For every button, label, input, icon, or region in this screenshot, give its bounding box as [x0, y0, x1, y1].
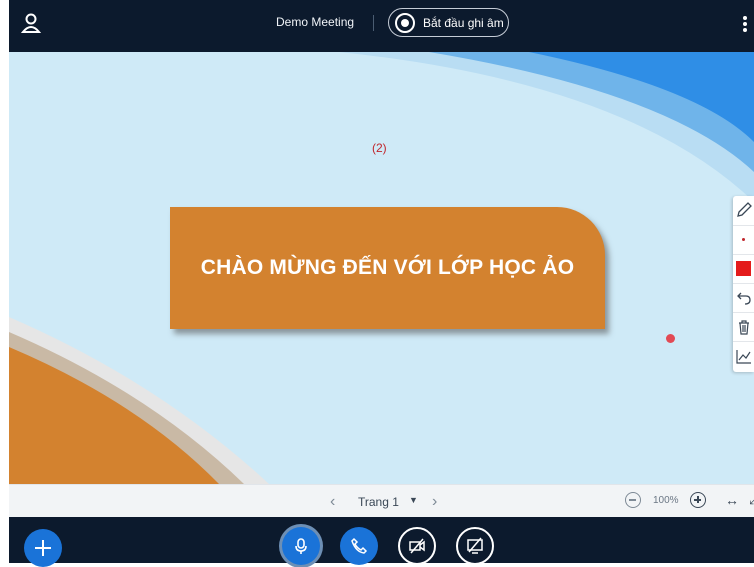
actions-plus-button[interactable] — [24, 529, 62, 567]
chart-tool[interactable] — [733, 341, 754, 369]
chevron-down-icon[interactable]: ▼ — [409, 495, 418, 505]
record-icon — [395, 12, 415, 33]
thickness-tool[interactable] — [733, 225, 754, 253]
more-options-icon[interactable] — [742, 14, 748, 34]
user-icon[interactable] — [21, 12, 41, 34]
color-swatch-icon — [736, 261, 751, 276]
microphone-button[interactable] — [282, 527, 320, 565]
start-recording-label: Bắt đầu ghi âm — [423, 15, 504, 30]
undo-tool[interactable] — [733, 283, 754, 311]
page-selector[interactable]: Trang 1 — [358, 495, 399, 509]
undo-icon — [736, 292, 751, 305]
color-tool[interactable] — [733, 254, 754, 282]
leave-audio-button[interactable] — [340, 527, 378, 565]
top-bar: Demo Meeting Bắt đầu ghi âm — [9, 0, 754, 52]
fullscreen-icon[interactable]: ⤢ — [749, 492, 754, 508]
camera-off-icon — [409, 538, 425, 554]
screen-share-button[interactable] — [456, 527, 494, 565]
microphone-icon — [295, 538, 307, 554]
pencil-icon — [736, 202, 752, 217]
start-recording-button[interactable]: Bắt đầu ghi âm — [388, 8, 509, 37]
meeting-window: Demo Meeting Bắt đầu ghi âm (2) CHÀO MỪN… — [0, 0, 754, 567]
bottom-control-bar — [9, 517, 754, 567]
zoom-level: 100% — [653, 495, 679, 506]
camera-button[interactable] — [398, 527, 436, 565]
welcome-banner: CHÀO MỪNG ĐẾN VỚI LỚP HỌC ẢO — [170, 207, 605, 329]
slide-navigation-bar: ‹ Trang 1 ▼ › 100% ↔ ⤢ — [9, 484, 754, 517]
screen-share-off-icon — [467, 537, 483, 554]
phone-icon — [351, 537, 368, 554]
pointer-dot — [666, 334, 675, 343]
zoom-out-icon[interactable] — [625, 492, 641, 508]
clear-tool[interactable] — [733, 312, 754, 340]
pencil-tool[interactable] — [733, 196, 754, 224]
next-slide-button[interactable]: › — [432, 493, 437, 511]
zoom-in-icon[interactable] — [690, 492, 706, 508]
welcome-banner-text: CHÀO MỪNG ĐẾN VỚI LỚP HỌC ẢO — [200, 256, 575, 279]
trash-icon — [738, 319, 749, 335]
page-number-note: (2) — [372, 141, 387, 155]
divider — [373, 15, 374, 31]
annotation-toolbar — [733, 196, 754, 372]
dot-size-icon — [742, 238, 745, 241]
meeting-title: Demo Meeting — [276, 15, 355, 29]
previous-slide-button[interactable]: ‹ — [330, 493, 335, 511]
fit-width-icon[interactable]: ↔ — [725, 492, 739, 508]
presentation-area[interactable]: (2) CHÀO MỪNG ĐẾN VỚI LỚP HỌC ẢO — [9, 52, 754, 484]
graph-icon — [735, 349, 751, 364]
